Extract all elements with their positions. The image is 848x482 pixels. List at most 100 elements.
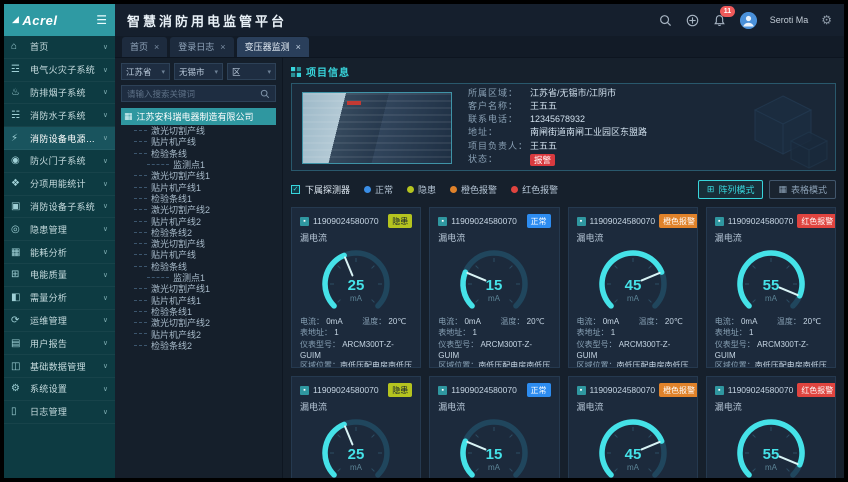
device-icon: ▪ [577, 217, 586, 226]
tree-node-2[interactable]: 检验条线 [121, 148, 276, 159]
info-field-label: 地址： [468, 127, 530, 138]
sidebar-item-0[interactable]: ⌂首页∨ [4, 36, 115, 59]
tree-node-16[interactable]: 检验条线1 [121, 306, 276, 317]
page-title: 智慧消防用电监管平台 [127, 11, 287, 30]
sidebar-item-15[interactable]: ⚙系统设置∨ [4, 378, 115, 401]
checkbox-checked-icon[interactable]: ✓ [291, 185, 300, 194]
tree-node-19[interactable]: 检验条线2 [121, 340, 276, 351]
tab-0[interactable]: 首页× [122, 37, 167, 57]
avatar[interactable] [740, 12, 757, 29]
sidebar-item-16[interactable]: ▯日志管理∨ [4, 401, 115, 424]
tree-node-7[interactable]: 激光切割产线2 [121, 204, 276, 215]
card-header: ▪11909024580070红色报警 [715, 383, 827, 397]
sidebar-item-8[interactable]: ◎隐患管理∨ [4, 218, 115, 241]
location-value: 南低压配电房南低压配电房南低压配电房 [300, 361, 412, 368]
settings-gear-icon[interactable]: ⚙ [821, 13, 832, 27]
svg-text:mA: mA [488, 463, 501, 472]
sidebar-item-1[interactable]: ☲电气火灾子系统∨ [4, 59, 115, 82]
address-field: 表地址： 1 [715, 327, 827, 338]
sidebar-item-11[interactable]: ◧需量分析∨ [4, 287, 115, 310]
hamburger-menu-icon[interactable]: ☰ [96, 13, 107, 27]
search-icon[interactable] [659, 13, 673, 27]
tree-search-icon[interactable] [260, 89, 270, 99]
region-select-2[interactable]: 区▾ [227, 63, 276, 80]
tree-node-13[interactable]: 监测点1 [121, 272, 276, 283]
sidebar-item-7[interactable]: ▣消防设备子系统∨ [4, 196, 115, 219]
sidebar-item-2[interactable]: ♨防排烟子系统∨ [4, 82, 115, 105]
current-temp-row: 电流： 0mA温度： 20℃ [715, 316, 827, 327]
current-temp-row: 电流： 0mA温度： 20℃ [300, 316, 412, 327]
notifications-bell-icon[interactable]: 11 [713, 13, 727, 27]
leakage-gauge: 55mA [715, 413, 827, 478]
username[interactable]: Seroti Ma [770, 15, 809, 25]
tree-node-8[interactable]: 贴片机产线2 [121, 215, 276, 226]
tree-node-5[interactable]: 贴片机产线1 [121, 181, 276, 192]
fullscreen-icon[interactable] [686, 13, 700, 27]
tree-root-node[interactable]: ▦江苏安科瑞电器制造有限公司 [121, 108, 276, 125]
sidebar-item-14[interactable]: ◫基础数据管理∨ [4, 355, 115, 378]
mode-button-0[interactable]: ⊞阵列模式 [698, 180, 764, 199]
tree-node-label: 监测点1 [173, 159, 205, 170]
tab-2[interactable]: 变压器监测× [237, 37, 309, 57]
fire-equipment-icon: ▣ [11, 201, 26, 212]
chevron-down-icon: ∨ [103, 248, 108, 256]
location-value: 南低压配电房南低压配电房南低压配电房 [715, 361, 827, 368]
tree-node-0[interactable]: 激光切割产线 [121, 125, 276, 136]
tab-1[interactable]: 登录日志× [170, 37, 233, 57]
sidebar-item-10[interactable]: ⊞电能质量∨ [4, 264, 115, 287]
sidebar-item-5[interactable]: ◉防火门子系统∨ [4, 150, 115, 173]
ops-icon: ⟳ [11, 315, 26, 326]
tree-node-label: 激光切割产线 [151, 238, 205, 249]
tree-node-12[interactable]: 检验条线 [121, 261, 276, 272]
tree-node-4[interactable]: 激光切割产线1 [121, 170, 276, 181]
chevron-down-icon: ∨ [103, 408, 108, 416]
info-field-label: 项目负责人： [468, 141, 530, 152]
tree-node-1[interactable]: 贴片机产线 [121, 136, 276, 147]
chevron-down-icon: ∨ [103, 111, 108, 119]
region-select-1[interactable]: 无锡市▾ [174, 63, 223, 80]
tree-node-14[interactable]: 激光切割产线1 [121, 283, 276, 294]
device-icon: ▪ [300, 386, 309, 395]
card-fields: 电流： 0mA温度： 20℃表地址： 1仪表型号： ARCM300T-Z-GUI… [300, 316, 412, 368]
smoke-control-icon: ♨ [11, 87, 26, 98]
sidebar-item-13[interactable]: ▤用户报告∨ [4, 332, 115, 355]
grid-mode-icon: ⊞ [707, 184, 715, 195]
tree-node-15[interactable]: 贴片机产线1 [121, 294, 276, 305]
tree-node-label: 激光切割产线2 [151, 317, 210, 328]
tree-node-11[interactable]: 贴片机产线 [121, 249, 276, 260]
info-field-value: 报警 [530, 154, 825, 167]
tree-node-label: 贴片机产线2 [151, 215, 201, 226]
tree-search-input[interactable] [127, 89, 256, 99]
region-select-0[interactable]: 江苏省▾ [121, 63, 170, 80]
card-header: ▪11909024580070隐患 [300, 383, 412, 397]
tab-close-icon[interactable]: × [220, 42, 225, 52]
mode-button-1[interactable]: ▦表格模式 [769, 180, 836, 199]
sidebar-item-9[interactable]: ▦能耗分析∨ [4, 241, 115, 264]
legend-item-1: 隐患 [407, 183, 436, 196]
metric-label: 漏电流 [577, 231, 689, 244]
tree-node-18[interactable]: 贴片机产线2 [121, 328, 276, 339]
tree-node-3[interactable]: 监测点1 [121, 159, 276, 170]
sidebar-item-4[interactable]: ⚡消防设备电源子系统∨ [4, 127, 115, 150]
hazard-icon: ◎ [11, 224, 26, 235]
tree-guide-line [134, 254, 147, 255]
detector-filter[interactable]: ✓ 下属探测器 [291, 183, 350, 196]
sidebar-item-6[interactable]: ❖分项用能统计∨ [4, 173, 115, 196]
tree-node-17[interactable]: 激光切割产线2 [121, 317, 276, 328]
device-id: 11909024580070 [313, 385, 379, 395]
legend-item-3: 红色报警 [511, 183, 558, 196]
tree: ▦江苏安科瑞电器制造有限公司激光切割产线贴片机产线检验条线监测点1激光切割产线1… [121, 108, 276, 351]
location-value: 南低压配电房南低压配电房南低压配电房 [438, 361, 550, 368]
temperature-field: 温度： 20℃ [500, 316, 550, 327]
tree-node-10[interactable]: 激光切割产线 [121, 238, 276, 249]
tab-close-icon[interactable]: × [154, 42, 159, 52]
sidebar-item-12[interactable]: ⟳运维管理∨ [4, 310, 115, 333]
tree-node-9[interactable]: 检验条线2 [121, 227, 276, 238]
tree-node-6[interactable]: 检验条线1 [121, 193, 276, 204]
sidebar-item-3[interactable]: ☵消防水子系统∨ [4, 104, 115, 127]
tab-close-icon[interactable]: × [296, 42, 301, 52]
status-badge: 橙色报警 [659, 214, 698, 228]
detector-card-1: ▪11909024580070正常漏电流15mA电流： 0mA温度： 20℃表地… [429, 207, 559, 368]
tree-guide-line [134, 266, 147, 267]
device-icon: ▪ [715, 386, 724, 395]
